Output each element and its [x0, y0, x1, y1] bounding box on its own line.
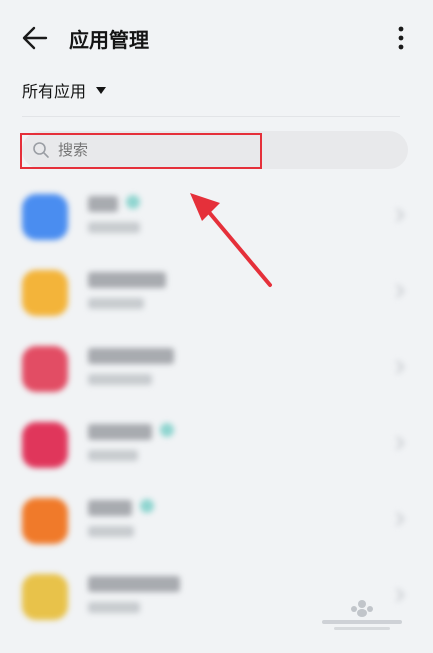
- app-size-blurred: [88, 222, 140, 233]
- app-header: 应用管理: [0, 0, 433, 70]
- search-highlight-box: [20, 133, 262, 169]
- app-name-blurred: [88, 272, 166, 288]
- arrow-left-icon[interactable]: [20, 25, 50, 51]
- caret-down-icon: [96, 86, 107, 94]
- page-title: 应用管理: [69, 28, 149, 52]
- app-icon: [22, 574, 68, 620]
- app-name-blurred: [88, 500, 132, 516]
- chevron-right-icon: [396, 512, 404, 526]
- more-vertical-icon[interactable]: [396, 25, 406, 51]
- chevron-right-icon: [396, 360, 404, 374]
- app-list-item[interactable]: [0, 484, 433, 560]
- app-name-blurred: [88, 348, 174, 364]
- app-size-blurred: [88, 374, 152, 385]
- chevron-right-icon: [396, 436, 404, 450]
- app-size-blurred: [88, 602, 140, 613]
- app-size-blurred: [88, 450, 138, 461]
- app-filter-dropdown[interactable]: 所有应用: [22, 78, 107, 102]
- app-name-blurred: [88, 576, 180, 592]
- app-icon: [22, 498, 68, 544]
- app-name-blurred: [88, 196, 118, 212]
- divider: [22, 116, 400, 117]
- app-list-item[interactable]: [0, 332, 433, 408]
- app-size-blurred: [88, 298, 144, 309]
- app-icon: [22, 422, 68, 468]
- chevron-right-icon: [396, 284, 404, 298]
- app-icon: [22, 270, 68, 316]
- annotation-arrow: [190, 193, 272, 287]
- app-size-blurred: [88, 526, 134, 537]
- chevron-right-icon: [396, 208, 404, 222]
- app-icon: [22, 194, 68, 240]
- verified-badge-icon: [126, 195, 140, 209]
- app-icon: [22, 346, 68, 392]
- watermark-logo: [322, 600, 402, 630]
- app-name-blurred: [88, 424, 152, 440]
- verified-badge-icon: [160, 423, 174, 437]
- filter-label: 所有应用: [22, 82, 87, 101]
- app-list-item[interactable]: [0, 408, 433, 484]
- verified-badge-icon: [140, 499, 154, 513]
